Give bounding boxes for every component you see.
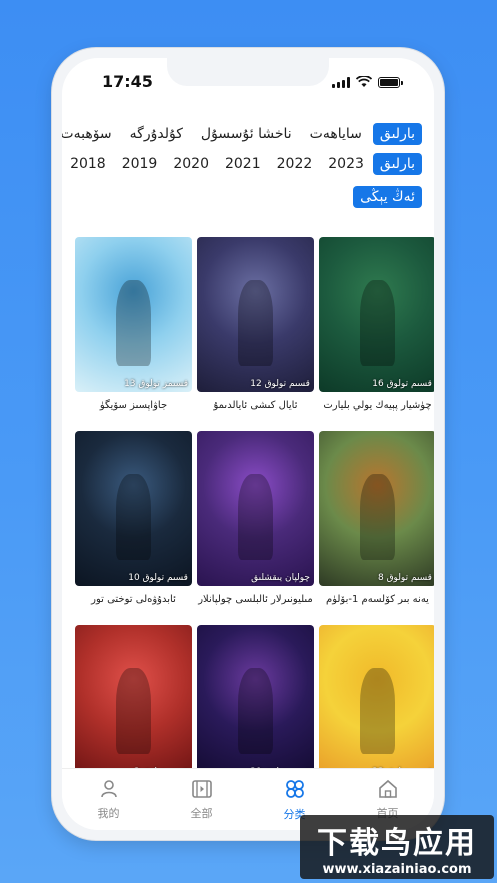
poster-image[interactable]: 12 قسىم تولوق <box>197 237 314 392</box>
video-card[interactable]: 10 قسىم تولوق ئابدۇۋەلى توختى تور <box>75 431 192 605</box>
card-title: مىليونىرلار ئالبلسى چولپانلار <box>198 594 313 605</box>
year-chip[interactable]: 2023 <box>321 153 371 175</box>
app-screen: 17:45 بارلىق ساياھەت ناخشا ئۇسسۇل كۇلدۇرگە س… <box>62 58 434 830</box>
notch <box>167 58 329 86</box>
poster-figure <box>359 280 396 366</box>
signal-icon <box>332 76 350 88</box>
category-chip[interactable]: سۆھبەت <box>62 123 119 145</box>
tab-label: 全部 <box>190 806 213 820</box>
video-card[interactable]: 23 قسىم تولوق <box>319 625 434 780</box>
poster-image[interactable]: 13 قسىمز تولوق <box>75 237 192 392</box>
poster-figure <box>237 280 274 366</box>
year-chip[interactable]: 2022 <box>270 153 320 175</box>
status-time: 17:45 <box>102 72 153 91</box>
card-title: جاۋاپسىز سۆيگۈ <box>99 400 168 411</box>
card-title: ئايال كىشى ئايالدىمۇ <box>213 400 298 411</box>
episode-badge: 10 قسىم تولوق <box>128 573 188 583</box>
category-filter-row: بارلىقساياھەتناخشا ئۇسسۇلكۇلدۇرگەسۆھبەتم… <box>62 121 434 147</box>
year-chip[interactable]: 2021 <box>218 153 268 175</box>
poster-image[interactable]: چولپان يىقشلىق <box>197 431 314 586</box>
poster-image[interactable]: 10 قسىم تولوق <box>75 431 192 586</box>
video-card[interactable]: 3 قسىم تولوق <box>75 625 192 780</box>
episode-badge: 13 قسىمز تولوق <box>124 379 188 389</box>
tab-film[interactable]: 全部 <box>155 769 248 830</box>
film-icon <box>191 779 213 803</box>
episode-badge: 12 قسىم تولوق <box>250 379 310 389</box>
year-filter-row: بارلىق 2023 2022 2021 2020 2019 2018 <box>62 151 434 177</box>
poster-figure <box>115 474 152 560</box>
card-title: چۈشيار پېيەك يولي بليارت <box>323 400 432 411</box>
episode-badge: 16 قسىم تولوق <box>372 379 432 389</box>
user-icon <box>99 779 119 803</box>
video-card[interactable]: 39 قسىم تولوق <box>197 625 314 780</box>
poster-image[interactable]: 23 قسىم تولوق <box>319 625 434 780</box>
year-chip[interactable]: بارلىق <box>372 153 422 175</box>
category-chip[interactable]: ناخشا ئۇسسۇل <box>194 123 299 145</box>
watermark-title: 下载鸟应用 <box>317 825 477 861</box>
year-chip[interactable]: 2020 <box>166 153 216 175</box>
poster-image[interactable]: 39 قسىم تولوق <box>197 625 314 780</box>
status-icons <box>332 76 403 88</box>
poster-image[interactable]: 8 قسىم تولوق <box>319 431 434 586</box>
sort-filter-row: ئەڭ يېڭى <box>62 184 434 210</box>
clover-icon <box>284 778 306 804</box>
card-title: يەنە بىر كۆلسەم 1-بۆلۈم <box>326 594 429 605</box>
category-chip[interactable]: بارلىق <box>372 123 422 145</box>
year-chip[interactable]: 2018 <box>63 153 113 175</box>
poster-figure <box>115 280 152 366</box>
episode-badge: چولپان يىقشلىق <box>251 573 310 583</box>
poster-figure <box>237 474 274 560</box>
poster-figure <box>359 474 396 560</box>
video-card[interactable]: چولپان يىقشلىق مىليونىرلار ئالبلسى چولپان… <box>197 431 314 605</box>
poster-figure <box>237 668 274 754</box>
card-title: ئابدۇۋەلى توختى تور <box>91 594 176 605</box>
watermark: 下载鸟应用 www.xiazainiao.com <box>300 815 494 879</box>
poster-figure <box>359 668 396 754</box>
video-card[interactable]: 13 قسىمز تولوق جاۋاپسىز سۆيگۈ <box>75 237 192 411</box>
home-icon <box>377 779 399 803</box>
wifi-icon <box>356 76 372 87</box>
year-chip[interactable]: 2019 <box>115 153 165 175</box>
episode-badge: 8 قسىم تولوق <box>377 573 432 583</box>
category-chip[interactable]: ساياھەت <box>303 123 369 145</box>
poster-image[interactable]: 3 قسىم تولوق <box>75 625 192 780</box>
watermark-url: www.xiazainiao.com <box>322 861 472 877</box>
category-chip[interactable]: كۇلدۇرگە <box>123 123 190 145</box>
sort-chip[interactable]: ئەڭ يېڭى <box>353 186 422 208</box>
battery-icon <box>378 76 403 88</box>
tab-label: 我的 <box>97 806 120 820</box>
tab-user[interactable]: 我的 <box>62 769 155 830</box>
poster-image[interactable]: 16 قسىم تولوق <box>319 237 434 392</box>
video-card[interactable]: 12 قسىم تولوق ئايال كىشى ئايالدىمۇ <box>197 237 314 411</box>
video-card[interactable]: 16 قسىم تولوق چۈشيار پېيەك يولي بليارت <box>319 237 434 411</box>
poster-figure <box>115 668 152 754</box>
phone-frame: 17:45 بارلىق ساياھەت ناخشا ئۇسسۇل كۇلدۇرگە س… <box>52 48 444 840</box>
video-card[interactable]: 8 قسىم تولوق يەنە بىر كۆلسەم 1-بۆلۈم <box>319 431 434 605</box>
